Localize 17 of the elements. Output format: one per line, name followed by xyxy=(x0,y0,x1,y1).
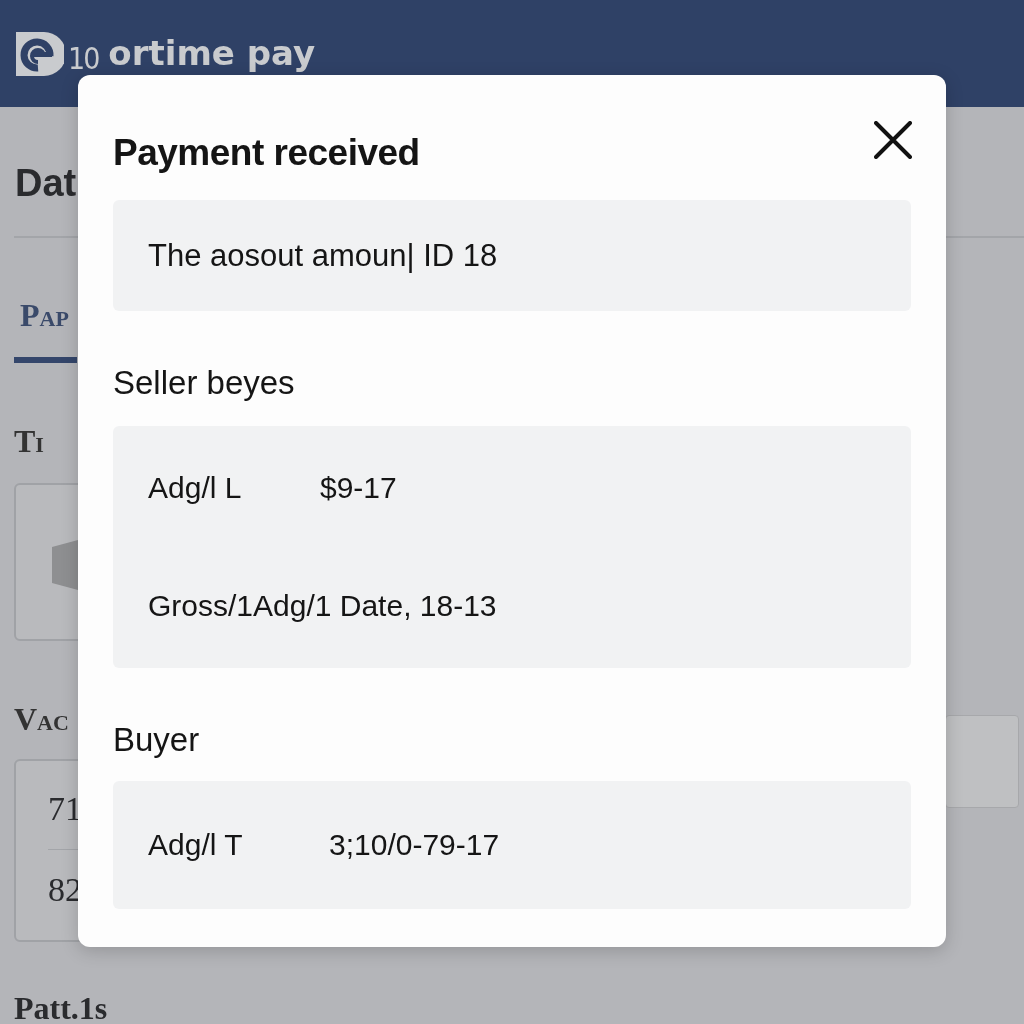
section-label: Vac xyxy=(14,701,70,737)
logo-number: 10 xyxy=(68,41,99,76)
section-heading: Seller beyes xyxy=(113,363,296,403)
dialog-title: Payment received xyxy=(113,131,420,175)
section-label: Ti xyxy=(14,423,45,459)
field-value: 3;10/0-79-17 xyxy=(329,827,500,863)
field-value: $9-17 xyxy=(320,470,397,506)
footer-label: Patt.1s xyxy=(14,990,109,1024)
detail-text: Gross/1Adg/1 Date, 18-13 xyxy=(148,588,497,624)
logo-icon xyxy=(14,29,64,78)
page-title: Dat xyxy=(15,163,78,203)
section-heading: Buyer xyxy=(113,720,201,760)
value-text: 71 xyxy=(48,789,83,829)
field-label: Adg/l L xyxy=(148,470,243,506)
summary-text: The aosout amoun| ID 18 xyxy=(148,237,499,274)
logo-text: ortime pay xyxy=(108,32,316,73)
close-button[interactable] xyxy=(874,121,912,159)
